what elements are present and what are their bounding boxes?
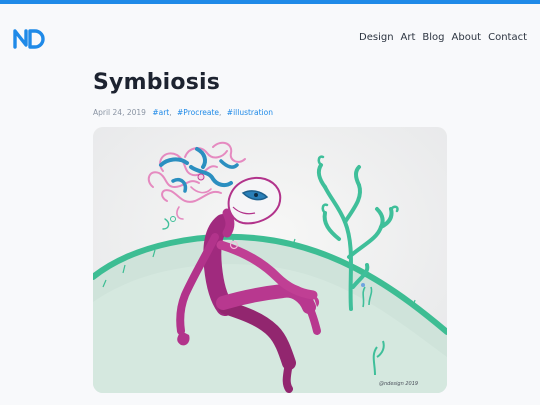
nd-logo-icon xyxy=(13,29,45,49)
main-nav: Design Art Blog About Contact xyxy=(359,32,527,43)
nav-art[interactable]: Art xyxy=(401,32,416,43)
tag-illustration[interactable]: #illustration xyxy=(227,108,273,117)
site-logo[interactable] xyxy=(12,27,46,49)
nav-contact[interactable]: Contact xyxy=(488,32,527,43)
symbiosis-illustration: @ndesign 2019 xyxy=(93,127,447,393)
nav-design[interactable]: Design xyxy=(359,32,394,43)
nav-about[interactable]: About xyxy=(452,32,482,43)
tag-art[interactable]: #art xyxy=(152,108,169,117)
tag-procreate[interactable]: #Procreate xyxy=(177,108,219,117)
nav-blog[interactable]: Blog xyxy=(422,32,444,43)
artist-signature: @ndesign 2019 xyxy=(379,381,418,387)
post-title: Symbiosis xyxy=(93,70,221,95)
artwork-image[interactable]: @ndesign 2019 xyxy=(93,127,447,393)
top-accent-bar xyxy=(0,0,540,4)
post-date: April 24, 2019 xyxy=(93,108,146,117)
post-meta: April 24, 2019 #art, #Procreate, #illust… xyxy=(93,108,273,117)
